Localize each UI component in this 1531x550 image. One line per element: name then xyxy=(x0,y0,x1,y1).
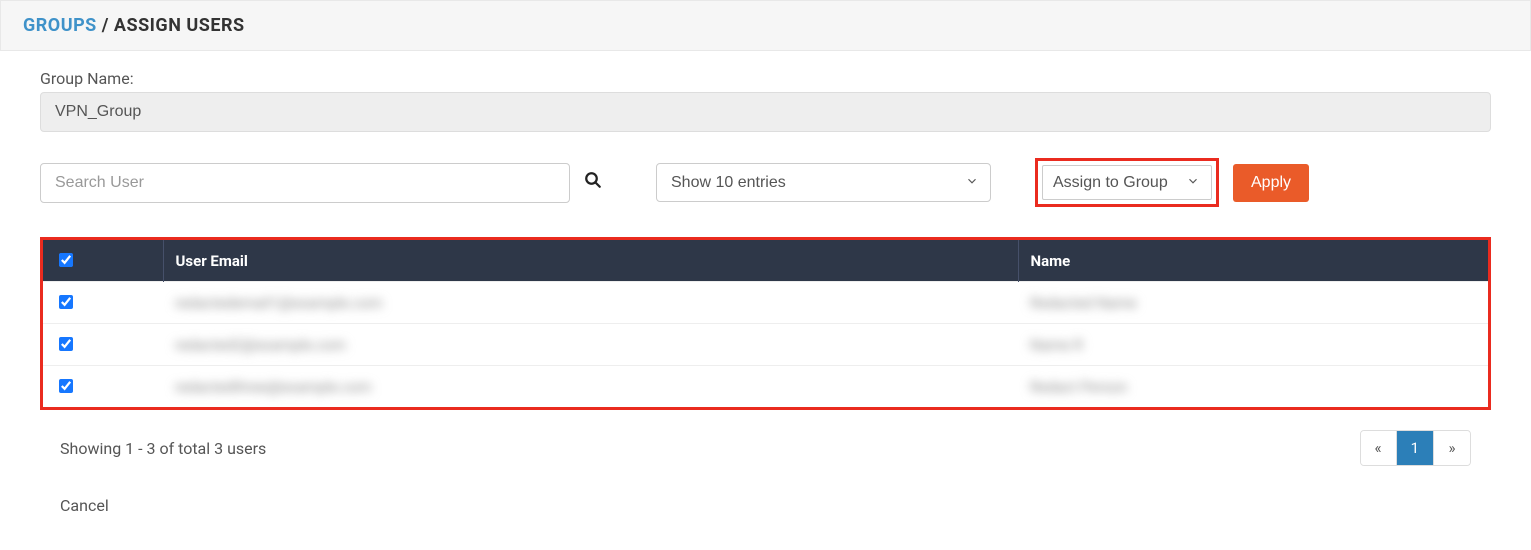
entries-select-wrap: Show 10 entries xyxy=(656,163,991,202)
table-footer: Showing 1 - 3 of total 3 users « 1 » xyxy=(40,430,1491,466)
assign-to-group-select[interactable]: Assign to Group xyxy=(1042,165,1212,200)
header-checkbox-cell xyxy=(43,240,163,282)
user-email-cell: redactedemail1@example.com xyxy=(175,294,382,312)
search-icon[interactable] xyxy=(584,171,602,194)
content-area: Group Name: Show 10 entries Assign to Gr… xyxy=(0,51,1531,545)
page-1[interactable]: 1 xyxy=(1397,431,1434,465)
user-email-cell: redactedthree@example.com xyxy=(175,378,371,396)
row-checkbox[interactable] xyxy=(59,295,73,309)
entries-select[interactable]: Show 10 entries xyxy=(656,163,991,202)
user-name-cell: Redact Person xyxy=(1030,378,1127,396)
controls-row: Show 10 entries Assign to Group Apply xyxy=(40,158,1491,207)
search-input[interactable] xyxy=(40,163,570,203)
header-email: User Email xyxy=(163,240,1018,282)
row-checkbox[interactable] xyxy=(59,337,73,351)
cancel-button[interactable]: Cancel xyxy=(40,496,1491,515)
group-name-label: Group Name: xyxy=(40,69,1491,88)
page-next[interactable]: » xyxy=(1434,431,1470,465)
header-name: Name xyxy=(1018,240,1488,282)
breadcrumb: Groups / Assign Users xyxy=(23,15,1508,36)
page-prev[interactable]: « xyxy=(1361,431,1397,465)
assign-select-wrap: Assign to Group xyxy=(1042,165,1212,200)
page-header: Groups / Assign Users xyxy=(0,0,1531,51)
select-all-checkbox[interactable] xyxy=(59,253,73,267)
users-table: User Email Name redactedemail1@example.c… xyxy=(43,240,1488,407)
user-email-cell: redacted2@example.com xyxy=(175,336,346,354)
showing-text: Showing 1 - 3 of total 3 users xyxy=(60,439,266,458)
table-row: redactedthree@example.com Redact Person xyxy=(43,366,1488,408)
group-name-field xyxy=(40,92,1491,132)
breadcrumb-parent-link[interactable]: Groups xyxy=(23,15,97,36)
user-name-cell: Redacted Name xyxy=(1030,294,1137,312)
apply-button[interactable]: Apply xyxy=(1233,164,1309,202)
assign-select-highlight: Assign to Group xyxy=(1035,158,1219,207)
user-name-cell: Name R xyxy=(1030,336,1083,354)
row-checkbox[interactable] xyxy=(59,379,73,393)
table-row: redactedemail1@example.com Redacted Name xyxy=(43,282,1488,324)
table-row: redacted2@example.com Name R xyxy=(43,324,1488,366)
users-table-highlight: User Email Name redactedemail1@example.c… xyxy=(40,237,1491,410)
pagination: « 1 » xyxy=(1360,430,1471,466)
breadcrumb-current: Assign Users xyxy=(114,15,245,36)
breadcrumb-separator: / xyxy=(97,15,114,36)
